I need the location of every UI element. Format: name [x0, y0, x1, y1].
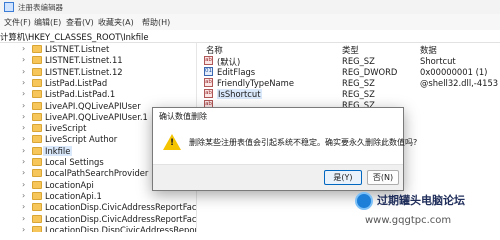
chevron-right-icon[interactable]: › [22, 191, 25, 200]
menu-favorites[interactable]: 收藏夹(A) [98, 17, 134, 28]
chevron-right-icon[interactable]: › [22, 55, 25, 64]
address-bar[interactable]: 计算机\HKEY_CLASSES_ROOT\Inkfile [0, 30, 500, 43]
tree-item-label: ListPad.ListPad.1 [45, 89, 116, 100]
value-type: REG_SZ [342, 56, 375, 66]
menu-file[interactable]: 文件(F) [4, 17, 31, 28]
tree-item[interactable]: › LISTNET.Listnet [0, 43, 196, 55]
tree-item-label: LISTNET.Listnet.12 [45, 66, 123, 77]
registry-editor-icon [4, 2, 14, 12]
binary-value-icon: 01 [204, 67, 213, 76]
folder-icon [32, 203, 42, 212]
confirm-delete-dialog: 确认数值删除 ! 删除某些注册表值会引起系统不稳定。确实要永久删除此数值吗? 是… [152, 107, 417, 191]
chevron-right-icon[interactable]: › [22, 202, 25, 211]
tree-item-label: LocationApi [45, 179, 94, 190]
tree-item[interactable]: › LISTNET.Listnet.12 [0, 66, 196, 78]
yes-button[interactable]: 是(Y) [324, 170, 362, 185]
folder-icon [32, 90, 42, 99]
watermark: 过期罐头电脑论坛 www.gqgtpc.com [353, 188, 500, 232]
dialog-title: 确认数值删除 [159, 112, 207, 121]
tree-item[interactable]: › LocationDisp.CivicAddressReportFactor [0, 201, 196, 213]
menu-bar: 文件(F) 编辑(E) 查看(V) 收藏夹(A) 帮助(H) [0, 14, 500, 30]
folder-icon [32, 112, 42, 121]
values-header: 名称 类型 数据 [198, 43, 500, 55]
chevron-right-icon[interactable]: › [22, 146, 25, 155]
address-path[interactable]: 计算机\HKEY_CLASSES_ROOT\Inkfile [0, 31, 149, 43]
tree-item[interactable]: › LocationApi.1 [0, 190, 196, 202]
chevron-right-icon[interactable]: › [22, 78, 25, 87]
tree-item-label: LiveScript [45, 123, 87, 134]
chevron-right-icon[interactable]: › [22, 44, 25, 53]
dialog-message: 删除某些注册表值会引起系统不稳定。确实要永久删除此数值吗? [189, 138, 418, 147]
folder-icon [32, 169, 42, 178]
tree-item-label: Local Settings [45, 157, 104, 167]
dialog-title-bar: 确认数值删除 [153, 108, 403, 124]
tree-item-label: LocationApi.1 [45, 190, 102, 201]
string-value-icon: ab [204, 78, 213, 87]
value-data: Shortcut [420, 56, 456, 66]
chevron-right-icon[interactable]: › [22, 112, 25, 121]
folder-icon [32, 180, 42, 189]
tree-item-label: ListPad.ListPad [45, 77, 108, 88]
menu-view[interactable]: 查看(V) [66, 17, 94, 28]
forum-logo-icon [355, 192, 373, 210]
title-bar: 注册表编辑器 [0, 0, 500, 14]
value-type: REG_SZ [342, 89, 375, 99]
tree-item[interactable]: › LocationDisp.DispCivicAddressReport [0, 224, 196, 232]
value-name: IsShortcut [217, 89, 262, 99]
tree-item-label: Inkfile [43, 145, 73, 156]
tree-item-label: LISTNET.Listnet [45, 44, 110, 54]
value-data: 0x00000001 (1) [420, 67, 488, 77]
chevron-right-icon[interactable]: › [22, 123, 25, 132]
folder-icon [32, 158, 42, 166]
watermark-text: 过期罐头电脑论坛 [377, 194, 465, 207]
value-name: FriendlyTypeName [217, 78, 294, 88]
string-value-icon: ab [204, 56, 213, 65]
value-type: REG_DWORD [342, 67, 398, 77]
value-name: EditFlags [217, 67, 256, 77]
tree-item-label: LiveAPI.QQLiveAPIUser [45, 100, 141, 111]
chevron-right-icon[interactable]: › [22, 67, 25, 76]
chevron-right-icon[interactable]: › [22, 214, 25, 223]
chevron-right-icon[interactable]: › [22, 180, 25, 189]
tree-item-label: LiveAPI.QQLiveAPIUser.1 [45, 111, 148, 122]
string-value-icon: ab [204, 89, 213, 98]
tree-item-label: LiveScript Author [45, 134, 118, 145]
warning-mark: ! [170, 138, 175, 148]
folder-icon [32, 191, 42, 200]
chevron-right-icon[interactable]: › [22, 168, 25, 177]
chevron-right-icon[interactable]: › [22, 225, 25, 232]
folder-icon [32, 78, 42, 87]
window-title: 注册表编辑器 [18, 3, 63, 12]
tree-item[interactable]: › LISTNET.Listnet.11 [0, 54, 196, 66]
watermark-url: www.gqgtpc.com [365, 215, 452, 226]
folder-icon [32, 101, 42, 110]
folder-icon [32, 67, 42, 76]
tree-item-label: LocationDisp.CivicAddressReportFactor [45, 202, 196, 213]
chevron-right-icon[interactable]: › [22, 101, 25, 110]
folder-icon [32, 124, 42, 133]
tree-item[interactable]: › ListPad.ListPad.1 [0, 88, 196, 100]
menu-help[interactable]: 帮助(H) [142, 17, 170, 28]
tree-item[interactable]: › ListPad.ListPad [0, 77, 196, 89]
chevron-right-icon[interactable]: › [22, 157, 25, 166]
tree-item[interactable]: › LocationDisp.CivicAddressReportFactor [0, 213, 196, 225]
dialog-body: ! 删除某些注册表值会引起系统不稳定。确实要永久删除此数值吗? [153, 124, 417, 164]
folder-icon [32, 225, 42, 232]
tree-item-label: LocationDisp.DispCivicAddressReport [45, 224, 196, 232]
no-button[interactable]: 否(N) [367, 170, 399, 185]
folder-icon [32, 146, 42, 155]
value-type: REG_SZ [342, 78, 375, 88]
chevron-right-icon[interactable]: › [22, 89, 25, 98]
folder-icon [32, 45, 42, 53]
value-data: @shell32.dll,-4153 [420, 78, 499, 88]
menu-edit[interactable]: 编辑(E) [34, 17, 61, 28]
dialog-footer: 是(Y) 否(N) [153, 164, 403, 190]
tree-item-label: LocalPathSearchProvider [45, 168, 149, 179]
chevron-right-icon[interactable]: › [22, 134, 25, 143]
folder-icon [32, 214, 42, 223]
folder-icon [32, 135, 42, 144]
folder-icon [32, 56, 42, 65]
tree-item-label: LocationDisp.CivicAddressReportFactor [45, 213, 196, 224]
tree-item-label: LISTNET.Listnet.11 [45, 55, 123, 66]
